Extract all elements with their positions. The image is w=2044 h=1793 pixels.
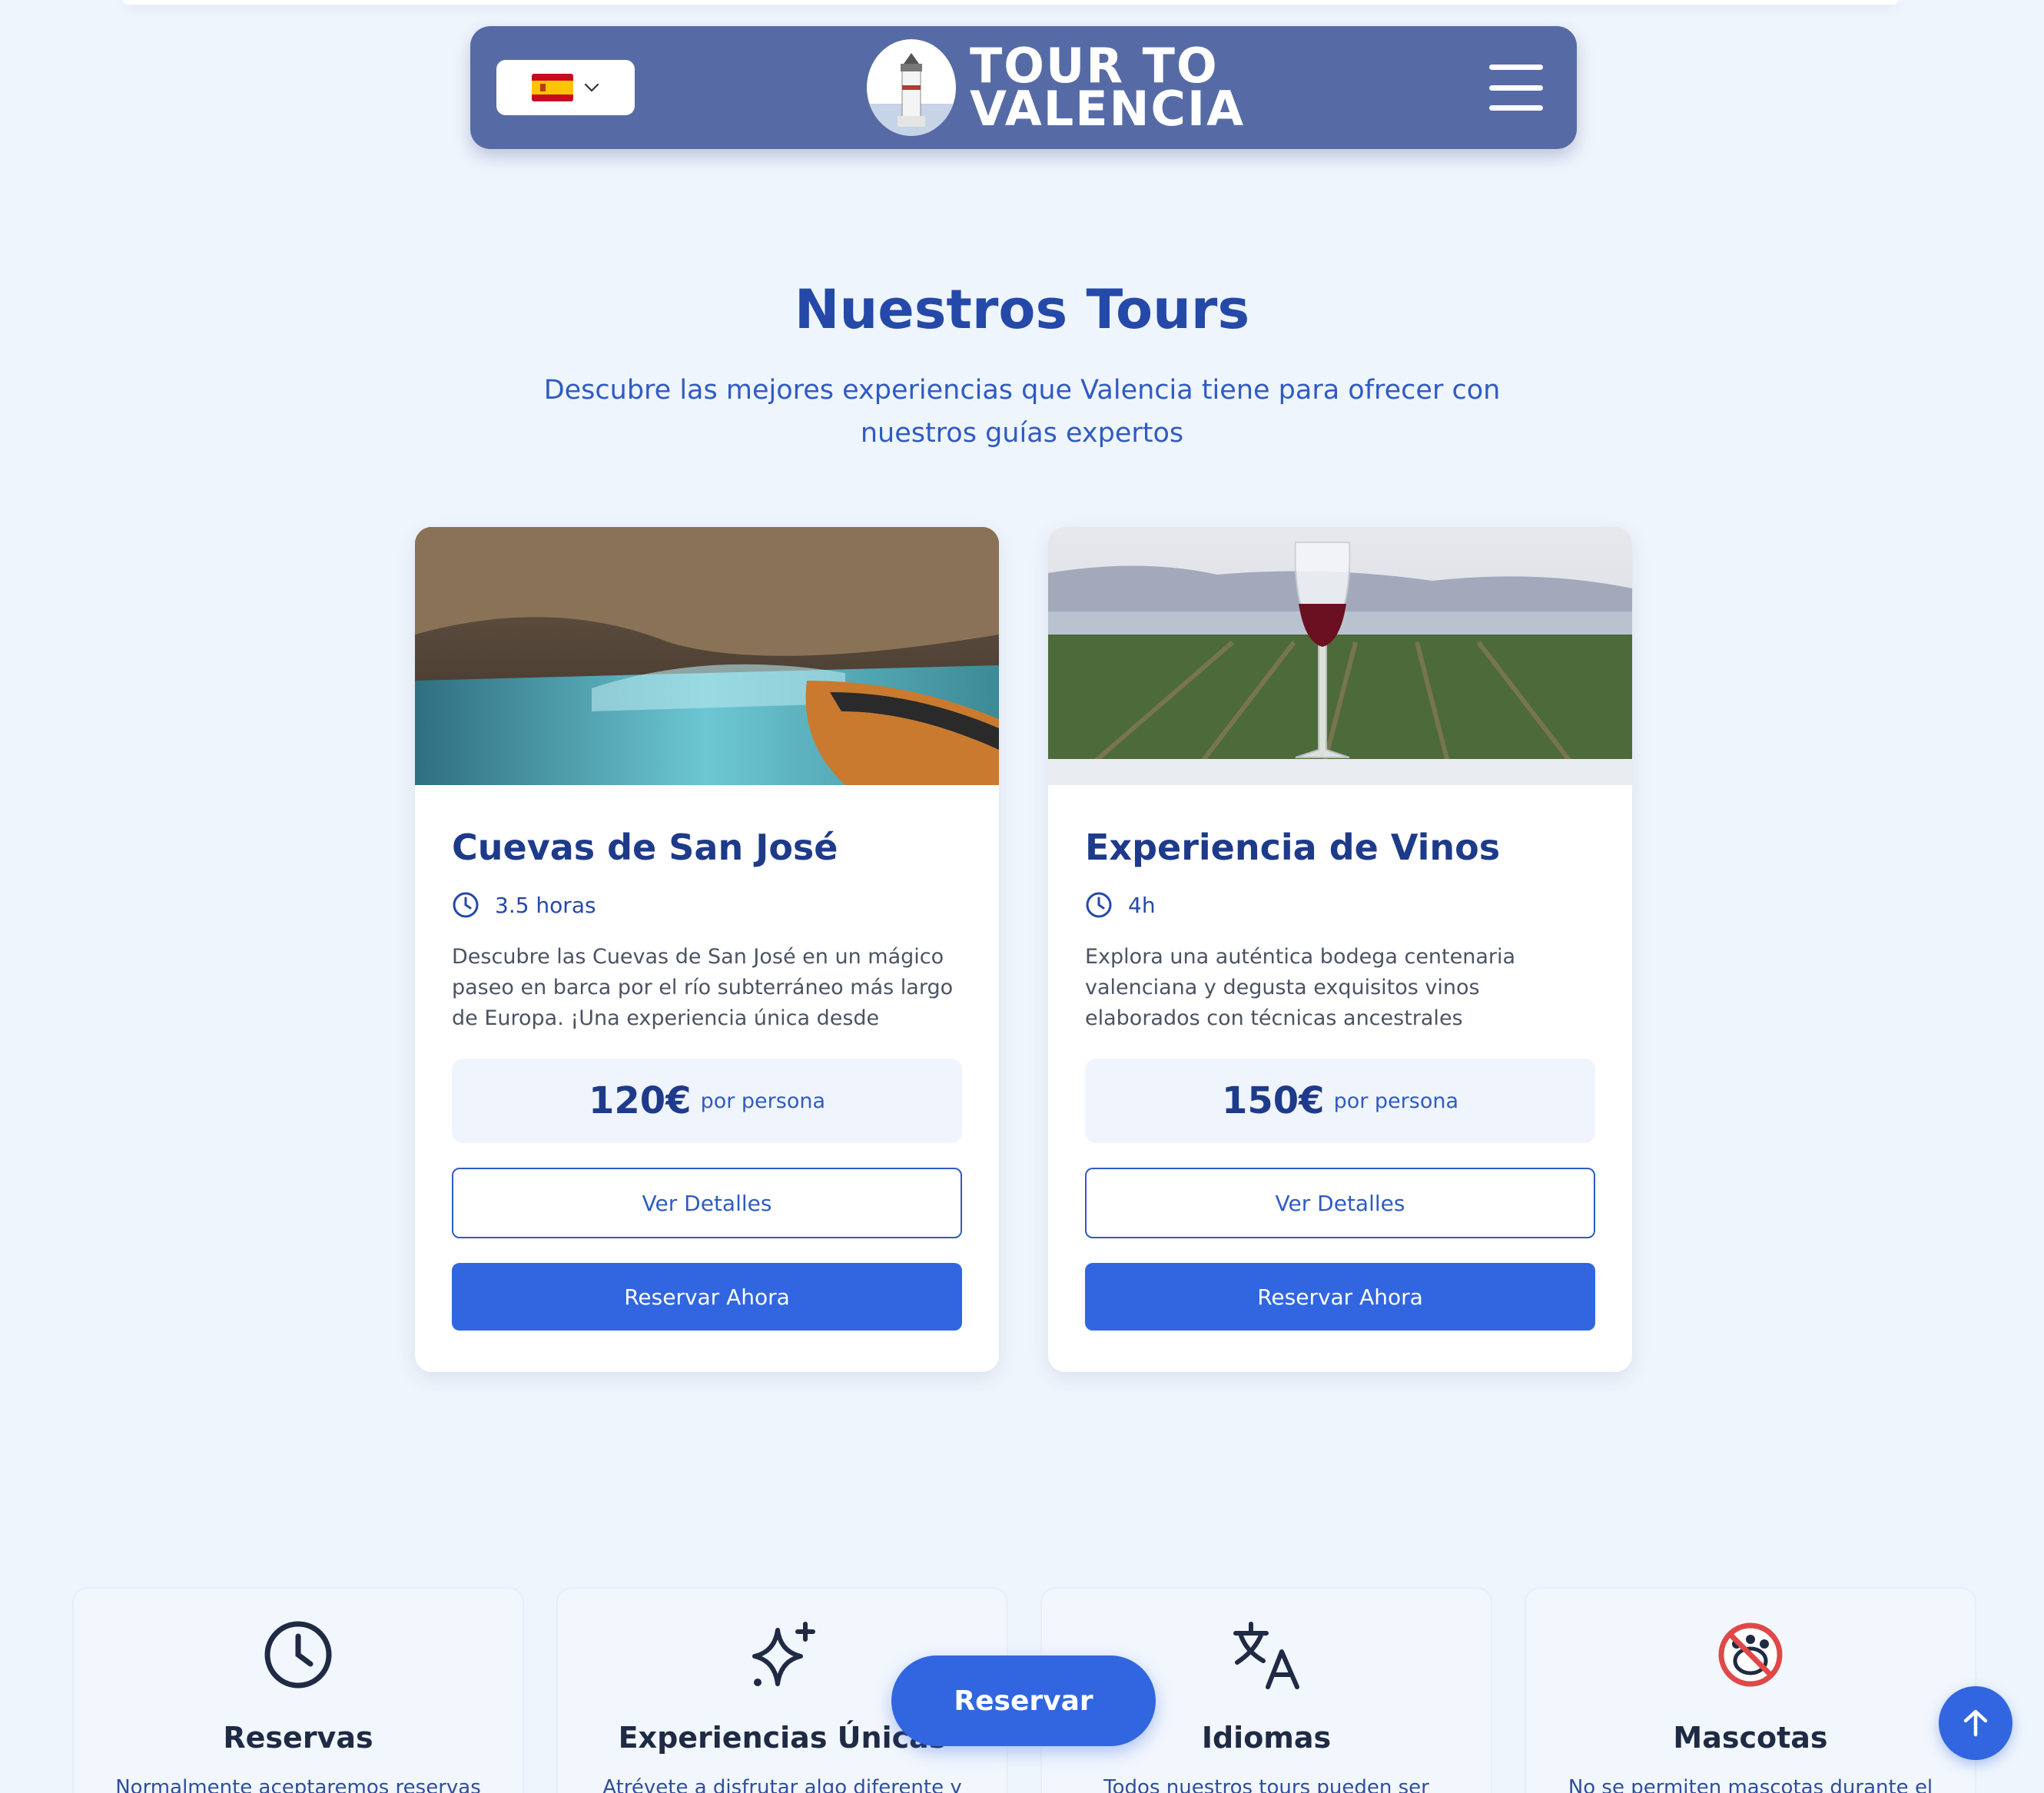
language-selector[interactable] [496,60,635,115]
scroll-to-top-button[interactable] [1939,1686,2012,1760]
floating-reserve-button[interactable]: Reservar [891,1655,1156,1746]
feature-text: Atrévete a disfrutar algo diferente y [602,1776,962,1793]
chevron-down-icon [584,83,599,92]
feature-text: Todos nuestros tours pueden ser [1103,1776,1429,1793]
no-pets-icon [1718,1622,1783,1687]
price-unit: por persona [1333,1089,1459,1113]
price-unit: por persona [700,1089,826,1113]
hamburger-menu-icon[interactable] [1489,65,1543,111]
tour-duration: 4h [1085,891,1595,919]
translate-icon [1233,1622,1299,1689]
price-box: 150€ por persona [1085,1059,1595,1143]
feature-text: Normalmente aceptaremos reservas [115,1776,481,1793]
page-subtitle: Descubre las mejores experiencias que Va… [543,375,1501,449]
feature-title: Mascotas [1673,1721,1828,1755]
tour-description: Descubre las Cuevas de San José en un má… [452,945,954,1030]
lighthouse-logo-icon [867,39,956,136]
logo-line-2: VALENCIA [970,81,1246,137]
clock-icon [264,1621,332,1689]
navbar: TOUR TO VALENCIA [470,26,1577,149]
tour-description: Explora una auténtica bodega centenaria … [1085,945,1516,1030]
feature-title: Reservas [223,1721,373,1755]
tour-card-cuevas: Cuevas de San José 3.5 horas Descubre la… [415,527,999,1372]
clock-icon [453,892,479,918]
tour-card-vinos: Experiencia de Vinos 4h Explora una auté… [1048,527,1632,1372]
tour-title: Cuevas de San José [452,827,838,868]
tour-image-wine [1048,527,1632,785]
site-logo[interactable]: TOUR TO VALENCIA [867,38,1245,137]
clock-icon [1086,892,1112,918]
tour-price: 150€ [1221,1079,1325,1122]
book-now-button[interactable]: Reservar Ahora [1085,1263,1595,1331]
tour-duration: 3.5 horas [452,891,962,919]
price-box: 120€ por persona [452,1059,962,1143]
spain-flag-icon [532,74,573,101]
page-title: Nuestros Tours [794,278,1250,341]
tour-duration-text: 3.5 horas [495,892,596,918]
book-now-button[interactable]: Reservar Ahora [452,1263,962,1331]
feature-text: No se permiten mascotas durante el [1568,1776,1933,1793]
sparkles-icon [752,1622,815,1686]
logo-wordmark: TOUR TO VALENCIA [970,42,1246,137]
tour-title: Experiencia de Vinos [1085,827,1501,868]
details-button[interactable]: Ver Detalles [452,1168,962,1238]
top-edge [123,0,1898,5]
arrow-up-icon [1963,1709,1988,1737]
details-button[interactable]: Ver Detalles [1085,1168,1595,1238]
feature-reservas: Reservas Normalmente aceptaremos reserva… [74,1589,523,1793]
tour-duration-text: 4h [1128,892,1156,918]
feature-mascotas: Mascotas No se permiten mascotas durante… [1526,1589,1975,1793]
tour-image-cave [415,527,999,785]
tour-price: 120€ [588,1079,692,1122]
